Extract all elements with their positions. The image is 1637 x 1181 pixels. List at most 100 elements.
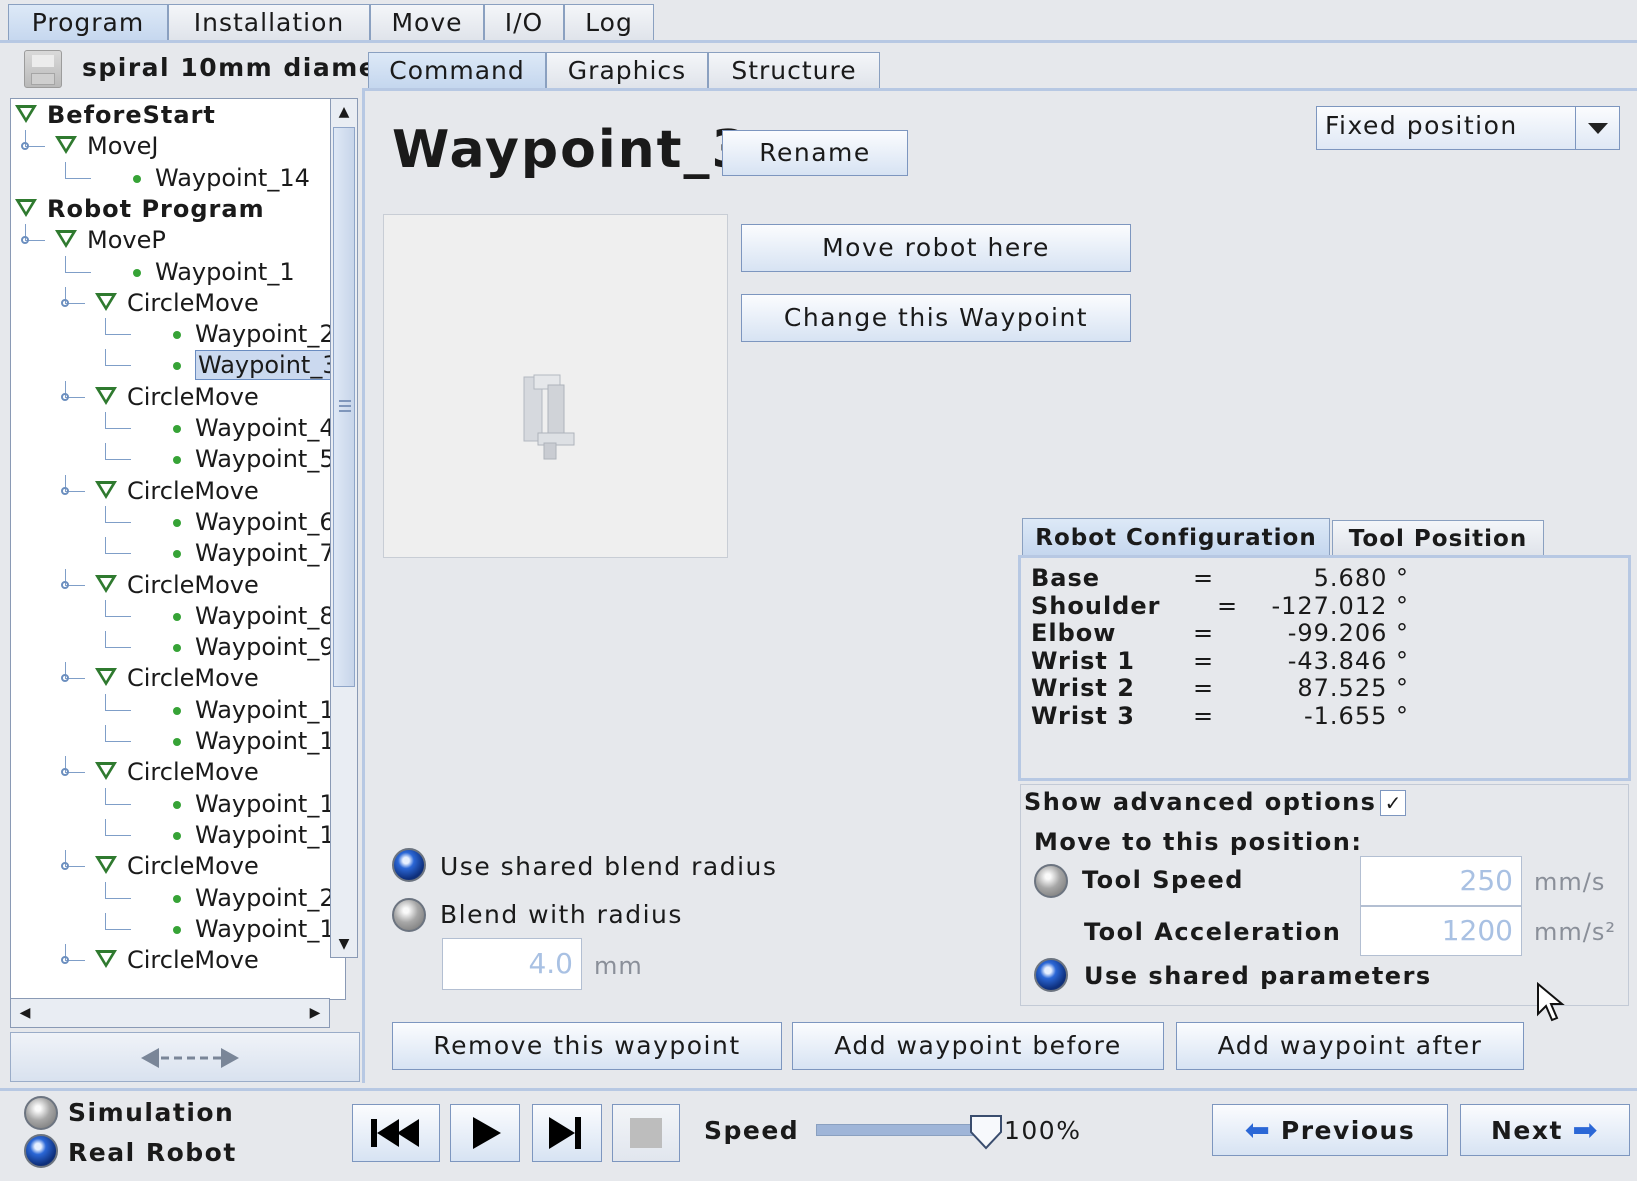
tree-item-folder[interactable]: CircleMove xyxy=(95,381,259,413)
tree-item-folder[interactable]: CircleMove xyxy=(95,662,259,694)
tree-item-waypoint[interactable]: Waypoint_2 xyxy=(173,318,335,350)
tree-item-waypoint[interactable]: Waypoint_12 xyxy=(173,788,345,820)
collapse-triangle-icon[interactable] xyxy=(95,386,117,405)
tab-io[interactable]: I/O xyxy=(484,4,564,41)
stop-icon xyxy=(630,1118,662,1148)
show-advanced-checkbox[interactable]: ✓ xyxy=(1380,790,1406,816)
tree-connector xyxy=(65,161,66,179)
remove-waypoint-button[interactable]: Remove this waypoint xyxy=(392,1022,782,1070)
collapse-triangle-icon[interactable] xyxy=(95,668,117,687)
blend-radius-field[interactable]: 4.0 xyxy=(442,938,582,990)
blend-radius-radio[interactable] xyxy=(392,898,426,932)
tree-item-folder[interactable]: CircleMove xyxy=(95,756,259,788)
tree-item-waypoint[interactable]: Waypoint_15 xyxy=(173,913,345,945)
tree-item-waypoint[interactable]: Waypoint_5 xyxy=(173,443,335,475)
tree-item-waypoint[interactable]: Waypoint_14 xyxy=(133,162,310,194)
tab-installation[interactable]: Installation xyxy=(168,4,370,41)
scroll-up-icon[interactable]: ▲ xyxy=(331,99,357,125)
collapse-triangle-icon[interactable] xyxy=(15,198,37,217)
tree-item-waypoint[interactable]: Waypoint_6 xyxy=(173,506,335,538)
tree-item-waypoint[interactable]: Waypoint_11 xyxy=(173,725,345,757)
tool-speed-radio[interactable] xyxy=(1034,864,1068,898)
tree-scrollbar[interactable]: ▲ ▼ xyxy=(330,98,358,958)
add-waypoint-after-button[interactable]: Add waypoint after xyxy=(1176,1022,1524,1070)
speed-label: Speed xyxy=(704,1116,800,1145)
collapse-triangle-icon[interactable] xyxy=(95,856,117,875)
tree-connector xyxy=(105,741,131,742)
tool-accel-unit: mm/s² xyxy=(1534,918,1616,946)
add-waypoint-before-button[interactable]: Add waypoint before xyxy=(792,1022,1164,1070)
collapse-triangle-icon[interactable] xyxy=(55,230,77,249)
tree-connector xyxy=(105,428,131,429)
tree-item-waypoint[interactable]: Waypoint_22 xyxy=(173,882,345,914)
scroll-down-icon[interactable]: ▼ xyxy=(331,931,357,957)
waypoint-dot-icon xyxy=(173,925,181,934)
tab-program[interactable]: Program xyxy=(8,4,168,43)
collapse-triangle-icon[interactable] xyxy=(95,292,117,311)
tree-item-label: CircleMove xyxy=(127,570,259,599)
stop-button[interactable] xyxy=(612,1104,680,1162)
skip-end-button[interactable] xyxy=(532,1104,602,1162)
tree-item-waypoint[interactable]: Waypoint_9 xyxy=(173,631,335,663)
tree-item-folder[interactable]: BeforeStart xyxy=(15,99,216,131)
tree-hscrollbar[interactable]: ◀ ▶ xyxy=(10,998,330,1028)
collapse-triangle-icon[interactable] xyxy=(95,480,117,499)
tree-item-waypoint[interactable]: Waypoint_8 xyxy=(173,600,335,632)
tree-item-folder[interactable]: Robot Program xyxy=(15,193,265,225)
scroll-thumb[interactable] xyxy=(333,127,355,687)
speed-slider-thumb[interactable] xyxy=(969,1112,1003,1152)
tree-item-folder[interactable]: CircleMove xyxy=(95,944,259,976)
tree-connector xyxy=(105,459,131,461)
tree-item-waypoint[interactable]: Waypoint_13 xyxy=(173,819,345,851)
move-robot-here-button[interactable]: Move robot here xyxy=(741,224,1131,272)
shared-blend-label: Use shared blend radius xyxy=(440,852,778,881)
play-icon xyxy=(473,1117,501,1149)
tab-structure[interactable]: Structure xyxy=(708,52,880,89)
scroll-right-icon[interactable]: ▶ xyxy=(303,999,327,1027)
tree-item-folder[interactable]: MoveP xyxy=(55,224,166,256)
real-robot-radio[interactable] xyxy=(24,1134,58,1168)
tree-item-waypoint[interactable]: Waypoint_10 xyxy=(173,694,345,726)
tree-item-folder[interactable]: CircleMove xyxy=(95,287,259,319)
tree-item-waypoint[interactable]: Waypoint_1 xyxy=(133,256,295,288)
tool-speed-field[interactable]: 250 xyxy=(1360,856,1522,906)
tab-command[interactable]: Command xyxy=(368,52,546,89)
scroll-left-icon[interactable]: ◀ xyxy=(13,999,37,1027)
change-waypoint-button[interactable]: Change this Waypoint xyxy=(741,294,1131,342)
panel-resize-handle[interactable] xyxy=(10,1032,360,1082)
tree-item-folder[interactable]: CircleMove xyxy=(95,569,259,601)
chevron-down-icon[interactable] xyxy=(1575,107,1619,149)
collapse-triangle-icon[interactable] xyxy=(55,136,77,155)
next-button[interactable]: Next ➡ xyxy=(1460,1104,1630,1156)
collapse-triangle-icon[interactable] xyxy=(95,762,117,781)
program-tree[interactable]: BeforeStart MoveJ Waypoint_14 Robot Program… xyxy=(10,98,346,1000)
collapse-triangle-icon[interactable] xyxy=(95,950,117,969)
collapse-triangle-icon[interactable] xyxy=(15,105,37,123)
tree-item-folder[interactable]: CircleMove xyxy=(95,850,259,882)
rename-button[interactable]: Rename xyxy=(722,130,908,176)
shared-parameters-radio[interactable] xyxy=(1034,958,1068,992)
tree-item-folder[interactable]: MoveJ xyxy=(55,130,158,162)
play-button[interactable] xyxy=(450,1104,520,1162)
shared-blend-radio[interactable] xyxy=(392,848,426,882)
save-icon[interactable] xyxy=(24,50,62,88)
tab-tool-position[interactable]: Tool Position xyxy=(1332,520,1544,556)
speed-slider[interactable] xyxy=(816,1124,986,1136)
position-mode-select[interactable]: Fixed position xyxy=(1316,106,1620,150)
tool-accel-field[interactable]: 1200 xyxy=(1360,906,1522,956)
tree-item-waypoint[interactable]: Waypoint_7 xyxy=(173,537,335,569)
tab-log[interactable]: Log xyxy=(564,4,654,41)
tree-item-waypoint[interactable]: Waypoint_3 xyxy=(173,349,341,381)
previous-button[interactable]: ⬅ Previous xyxy=(1212,1104,1448,1156)
simulation-radio[interactable] xyxy=(24,1096,58,1130)
skip-start-button[interactable] xyxy=(352,1104,440,1162)
tree-item-label: Waypoint_2 xyxy=(195,320,335,349)
tab-move[interactable]: Move xyxy=(370,4,484,41)
joint-value: -127.012 ° xyxy=(1271,591,1409,620)
collapse-triangle-icon[interactable] xyxy=(95,574,117,593)
tree-item-waypoint[interactable]: Waypoint_4 xyxy=(173,412,335,444)
tab-graphics[interactable]: Graphics xyxy=(546,52,708,89)
blend-radius-unit: mm xyxy=(594,952,643,980)
tab-robot-configuration[interactable]: Robot Configuration xyxy=(1022,518,1330,556)
tree-item-folder[interactable]: CircleMove xyxy=(95,475,259,507)
